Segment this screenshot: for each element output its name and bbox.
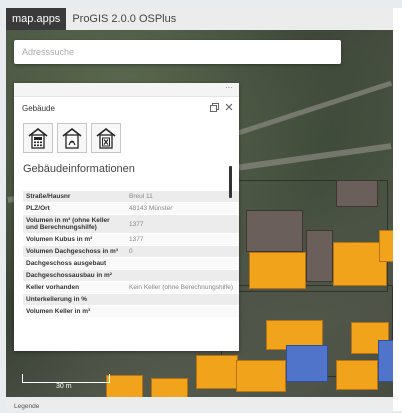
- right-edge: [393, 8, 402, 411]
- row-value: [126, 269, 239, 282]
- address-search[interactable]: [14, 40, 341, 64]
- panel-title: Gebäude: [22, 103, 55, 113]
- tool-bar: [14, 119, 239, 157]
- app-title: ProGIS 2.0.0 OSPlus: [72, 13, 177, 25]
- maximize-icon[interactable]: [210, 102, 219, 114]
- building-info-panel: ··· Gebäude Gebäudeinformationen Straße/…: [14, 83, 239, 351]
- scrollbar[interactable]: [229, 166, 232, 198]
- table-row: Keller vorhanden Kein Keller (ohne Berech…: [23, 281, 239, 294]
- highlighted-building[interactable]: [106, 375, 143, 397]
- highlighted-building[interactable]: [151, 378, 188, 397]
- info-table: Straße/Hausnr Breul 11 PLZ/Ort 48143 Münst…: [23, 191, 239, 351]
- roof: [246, 210, 303, 252]
- highlighted-building[interactable]: [249, 252, 306, 289]
- roof: [306, 230, 333, 282]
- close-icon[interactable]: [225, 103, 233, 114]
- row-value: 1377: [126, 214, 239, 234]
- highlighted-building[interactable]: [336, 360, 378, 390]
- row-value: 1377: [126, 233, 239, 246]
- row-key: Volumen Keller in m³: [23, 305, 126, 318]
- highlighted-building[interactable]: [379, 230, 393, 262]
- row-value: Kein Keller (ohne Berechnungshilfe): [126, 281, 239, 294]
- row-key: PLZ/Ort: [23, 202, 126, 215]
- row-key: Dachgeschossausbau in m²: [23, 269, 126, 282]
- table-row: Volumen in m³ (ohne Keller und Berechnun…: [23, 214, 239, 234]
- app-header: map.apps ProGIS 2.0.0 OSPlus: [6, 8, 393, 30]
- building-calculator-icon[interactable]: [23, 123, 53, 153]
- panel-menu-dots[interactable]: ···: [14, 83, 239, 97]
- row-key: Volumen Dachgeschoss in m³: [23, 245, 126, 258]
- row-key: Unterkellerung in %: [23, 293, 126, 306]
- row-value: [126, 257, 239, 270]
- row-value: 48143 Münster: [126, 202, 239, 215]
- panel-header: Gebäude: [14, 97, 239, 119]
- building-pdf-icon[interactable]: [57, 123, 87, 153]
- table-row: Straße/Hausnr Breul 11: [23, 191, 239, 203]
- table-row: PLZ/Ort 48143 Münster: [23, 202, 239, 215]
- row-value: Breul 11: [126, 191, 239, 203]
- row-value: [126, 293, 239, 306]
- section-title: Gebäudeinformationen: [23, 163, 135, 175]
- table-row: Dachgeschossausbau in m²: [23, 269, 239, 282]
- highlighted-building[interactable]: [196, 355, 238, 389]
- row-key: Volumen Kubus in m³: [23, 233, 126, 246]
- building-excel-icon[interactable]: [91, 123, 121, 153]
- legend-bar[interactable]: Legende: [6, 400, 393, 411]
- row-key: Volumen in m³ (ohne Keller und Berechnun…: [23, 214, 126, 234]
- table-row: Dachgeschoss ausgebaut: [23, 257, 239, 270]
- scale-bar: [22, 374, 110, 383]
- brand-logo[interactable]: map.apps: [6, 8, 67, 30]
- row-key: Dachgeschoss ausgebaut: [23, 257, 126, 270]
- row-key: Straße/Hausnr: [23, 191, 126, 203]
- row-value: [126, 305, 239, 318]
- row-key: Keller vorhanden: [23, 281, 126, 294]
- table-row: Volumen Keller in m³: [23, 305, 239, 318]
- table-row: Volumen Kubus in m³ 1377: [23, 233, 239, 246]
- highlighted-building[interactable]: [236, 360, 286, 392]
- scale-label: 30 m: [56, 383, 72, 390]
- roof: [336, 180, 378, 207]
- roof: [378, 340, 393, 382]
- search-input[interactable]: [14, 40, 341, 64]
- roof: [286, 345, 328, 382]
- table-row: Unterkellerung in %: [23, 293, 239, 306]
- table-row: Volumen Dachgeschoss in m³ 0: [23, 245, 239, 258]
- row-value: 0: [126, 245, 239, 258]
